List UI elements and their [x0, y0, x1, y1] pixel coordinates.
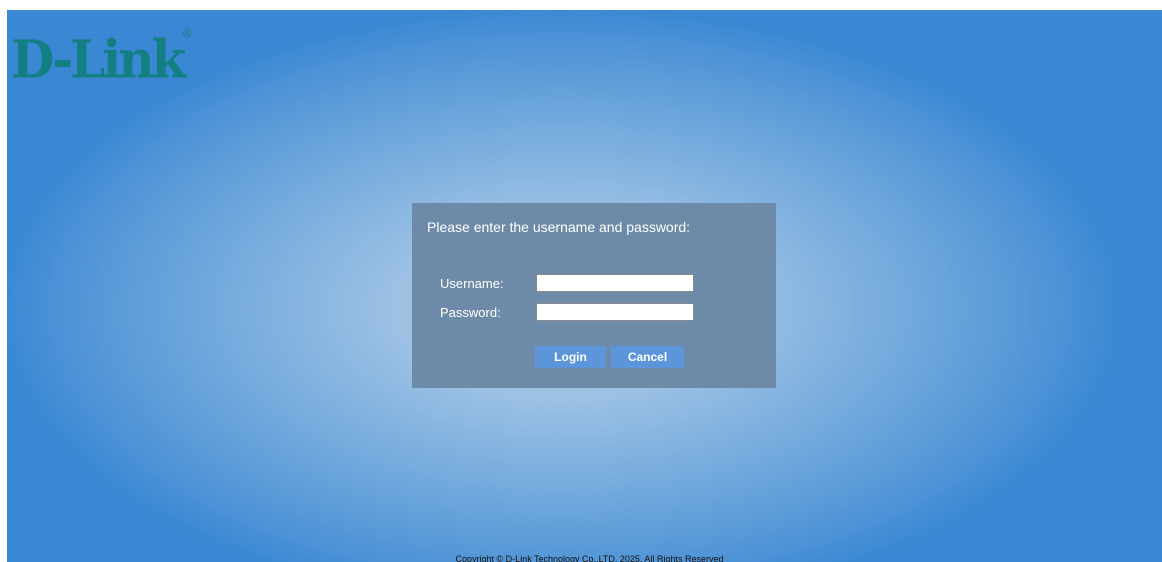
- login-panel: Please enter the username and password: …: [412, 203, 776, 388]
- password-input[interactable]: [536, 303, 694, 321]
- login-prompt: Please enter the username and password:: [427, 219, 691, 235]
- password-label: Password:: [440, 305, 501, 320]
- username-input[interactable]: [536, 274, 694, 292]
- login-button[interactable]: Login: [535, 346, 606, 368]
- cancel-button[interactable]: Cancel: [611, 346, 684, 368]
- logo-text: D-Link: [11, 28, 186, 90]
- dlink-logo: D-Link ®: [11, 27, 193, 91]
- copyright-footer: Copyright © D-Link Technology Co.,LTD. 2…: [455, 554, 724, 562]
- username-label: Username:: [440, 276, 504, 291]
- page-background: D-Link ® Please enter the username and p…: [7, 10, 1162, 562]
- registered-mark: ®: [181, 25, 193, 41]
